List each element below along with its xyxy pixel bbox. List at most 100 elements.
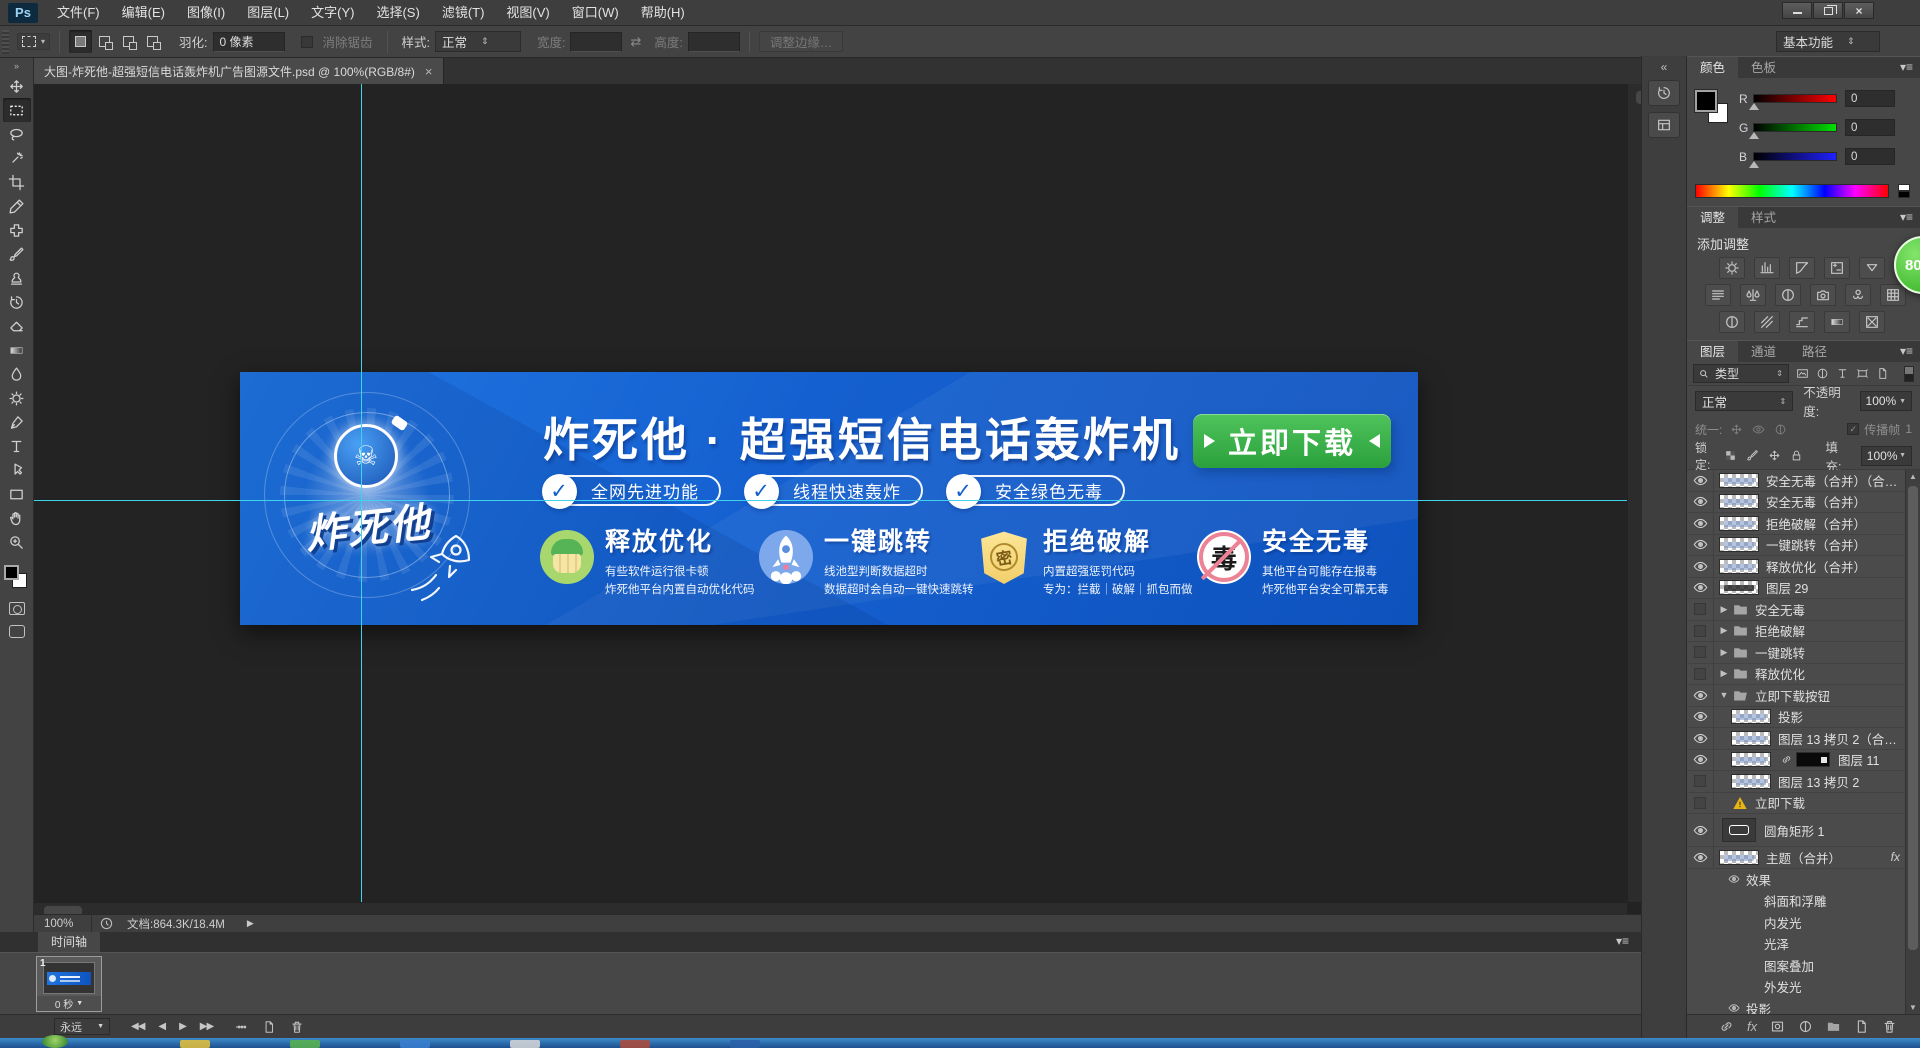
effect-visibility-icon[interactable] bbox=[1728, 873, 1740, 885]
visibility-toggle[interactable] bbox=[1687, 793, 1714, 814]
loop-select[interactable]: 永远▼ bbox=[54, 1018, 110, 1035]
layer-row[interactable]: 释放优化（合并） bbox=[1687, 556, 1920, 578]
panel-menu-icon[interactable]: ▾≡ bbox=[1900, 344, 1913, 358]
new-group-icon[interactable] bbox=[1826, 1019, 1841, 1034]
new-selection-mode[interactable] bbox=[69, 30, 92, 53]
path-selection-tool[interactable] bbox=[3, 458, 31, 482]
menu-item-1[interactable]: 编辑(E) bbox=[111, 5, 176, 20]
effect-visibility-icon[interactable] bbox=[1728, 1002, 1740, 1014]
invert-icon[interactable] bbox=[1719, 311, 1745, 333]
smart-object-filter-icon[interactable] bbox=[1876, 367, 1889, 380]
visibility-toggle[interactable] bbox=[1687, 578, 1714, 599]
vector-shape-thumbnail[interactable] bbox=[1722, 818, 1756, 842]
panel-menu-icon[interactable]: ▾≡ bbox=[1616, 934, 1629, 948]
move-tool[interactable] bbox=[3, 74, 31, 98]
close-button[interactable]: × bbox=[1844, 2, 1874, 19]
panel-menu-icon[interactable]: ▾≡ bbox=[1900, 60, 1913, 74]
slider-track[interactable] bbox=[1753, 152, 1837, 161]
visibility-toggle[interactable] bbox=[1687, 847, 1714, 868]
layer-thumbnail[interactable] bbox=[1719, 580, 1759, 595]
gradient-tool[interactable] bbox=[3, 338, 31, 362]
layer-row[interactable]: ▶安全无毒 bbox=[1687, 599, 1920, 621]
eyedropper-tool[interactable] bbox=[3, 194, 31, 218]
swap-dimensions-icon[interactable]: ⇄ bbox=[630, 34, 641, 50]
layer-row[interactable]: 图层 11 bbox=[1687, 750, 1920, 772]
workspace-switcher[interactable]: 基本功能 ⇕ bbox=[1776, 31, 1880, 52]
type-filter-icon[interactable] bbox=[1836, 367, 1849, 380]
visibility-toggle[interactable] bbox=[1687, 642, 1714, 663]
hidden-layer-checkbox[interactable] bbox=[1694, 775, 1706, 787]
new-layer-icon[interactable] bbox=[1854, 1019, 1869, 1034]
menu-item-3[interactable]: 图层(L) bbox=[236, 5, 300, 20]
start-orb-icon[interactable] bbox=[42, 1035, 68, 1048]
tab-图层[interactable]: 图层 bbox=[1687, 341, 1738, 362]
layer-row[interactable]: ▼立即下载按钮 bbox=[1687, 685, 1920, 707]
status-menu-arrow-icon[interactable]: ▶ bbox=[247, 918, 254, 929]
brush-tool[interactable] bbox=[3, 242, 31, 266]
layer-thumbnail[interactable] bbox=[1731, 774, 1771, 789]
quick-selection-tool[interactable] bbox=[3, 146, 31, 170]
color-lookup-icon[interactable] bbox=[1880, 284, 1906, 306]
lock-transparency-icon[interactable] bbox=[1724, 449, 1737, 462]
delete-frame-icon[interactable] bbox=[290, 1020, 304, 1034]
filter-toggle[interactable] bbox=[1904, 366, 1914, 382]
layer-row[interactable]: 安全无毒（合并） bbox=[1687, 492, 1920, 514]
canvas-area[interactable]: ☠ 炸死他 炸死他 · 超强短信电话轰炸机 立即下载 ✓全 bbox=[34, 84, 1627, 902]
slider-track[interactable] bbox=[1753, 123, 1837, 132]
layer-row[interactable]: 图层 29 bbox=[1687, 578, 1920, 600]
frame-delay-select[interactable]: 0 秒▼ bbox=[37, 996, 101, 1011]
tab-样式[interactable]: 样式 bbox=[1738, 207, 1789, 228]
layer-row[interactable]: 图层 13 拷贝 2（合… bbox=[1687, 728, 1920, 750]
visibility-toggle[interactable] bbox=[1687, 750, 1714, 771]
group-expander-icon[interactable]: ▼ bbox=[1718, 690, 1730, 700]
slider-handle[interactable] bbox=[1749, 161, 1759, 168]
channel-mixer-icon[interactable] bbox=[1845, 284, 1871, 306]
slider-value[interactable]: 0 bbox=[1845, 148, 1895, 165]
rectangle-tool[interactable] bbox=[3, 482, 31, 506]
vertical-scrollbar[interactable] bbox=[1627, 84, 1641, 902]
subtract-selection-mode[interactable] bbox=[117, 30, 140, 53]
brightness-contrast-icon[interactable] bbox=[1719, 257, 1745, 279]
visibility-toggle[interactable] bbox=[1687, 556, 1714, 577]
hidden-layer-checkbox[interactable] bbox=[1694, 797, 1706, 809]
frame-1[interactable]: 1 0 秒▼ bbox=[36, 956, 102, 1012]
layer-thumbnail[interactable] bbox=[1731, 752, 1771, 767]
lasso-tool[interactable] bbox=[3, 122, 31, 146]
layer-mask-thumbnail[interactable] bbox=[1796, 752, 1830, 767]
levels-icon[interactable] bbox=[1754, 257, 1780, 279]
menu-item-7[interactable]: 视图(V) bbox=[495, 5, 560, 20]
curves-icon[interactable] bbox=[1789, 257, 1815, 279]
horizontal-guide[interactable] bbox=[34, 500, 1627, 501]
spectrum-end-swatches[interactable] bbox=[1898, 184, 1910, 198]
visibility-toggle[interactable] bbox=[1687, 621, 1714, 642]
layer-thumbnail[interactable] bbox=[1719, 559, 1759, 574]
adjustment-filter-icon[interactable] bbox=[1816, 367, 1829, 380]
lock-position-icon[interactable] bbox=[1768, 449, 1781, 462]
exposure-icon[interactable] bbox=[1824, 257, 1850, 279]
rectangular-marquee-tool[interactable] bbox=[3, 98, 31, 122]
screen-mode-button[interactable] bbox=[9, 625, 25, 638]
layer-row[interactable]: ▶释放优化 bbox=[1687, 664, 1920, 686]
eraser-tool[interactable] bbox=[3, 314, 31, 338]
layer-thumbnail[interactable] bbox=[1731, 709, 1771, 724]
shape-filter-icon[interactable] bbox=[1856, 367, 1869, 380]
visibility-toggle[interactable] bbox=[1687, 707, 1714, 728]
visibility-toggle[interactable] bbox=[1687, 814, 1714, 846]
visibility-toggle[interactable] bbox=[1687, 535, 1714, 556]
posterize-icon[interactable] bbox=[1754, 311, 1780, 333]
black-white-icon[interactable] bbox=[1775, 284, 1801, 306]
visibility-toggle[interactable] bbox=[1687, 728, 1714, 749]
fx-badge[interactable]: fx bbox=[1891, 850, 1900, 864]
layer-row[interactable]: 拒绝破解（合并） bbox=[1687, 513, 1920, 535]
color-swatches[interactable] bbox=[3, 564, 31, 594]
hidden-layer-checkbox[interactable] bbox=[1694, 625, 1706, 637]
slider-handle[interactable] bbox=[1749, 103, 1759, 110]
layer-row[interactable]: 圆角矩形 1 bbox=[1687, 814, 1920, 847]
layer-thumbnail[interactable] bbox=[1719, 537, 1759, 552]
tween-icon[interactable] bbox=[234, 1020, 248, 1034]
foreground-background-swatches[interactable] bbox=[1695, 90, 1735, 130]
visibility-toggle[interactable] bbox=[1687, 492, 1714, 513]
slider-handle[interactable] bbox=[1749, 132, 1759, 139]
previous-frame-button[interactable]: ◀ bbox=[151, 1021, 172, 1032]
layer-thumbnail[interactable] bbox=[1731, 731, 1771, 746]
